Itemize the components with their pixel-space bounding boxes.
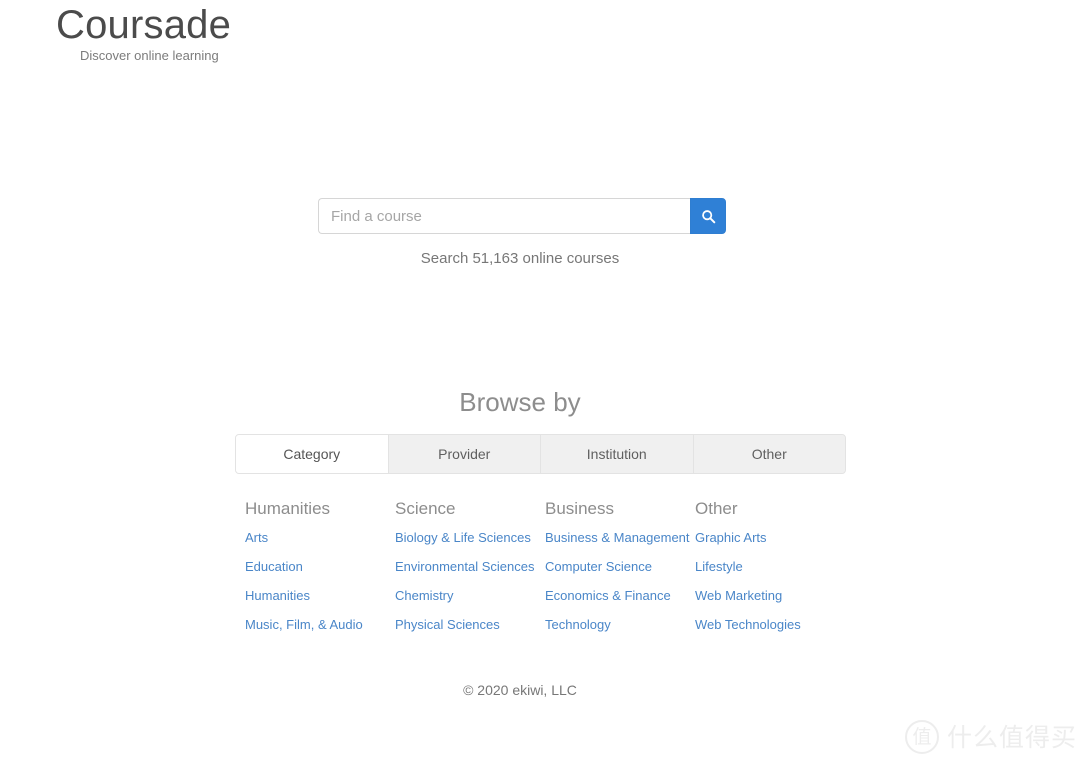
- watermark-text: 什么值得买: [947, 722, 1078, 752]
- category-link[interactable]: Biology & Life Sciences: [395, 530, 545, 546]
- search-icon: [701, 209, 716, 224]
- search-button[interactable]: [690, 198, 726, 234]
- category-link[interactable]: Graphic Arts: [695, 530, 845, 546]
- logo-wordmark: Coursade: [56, 3, 232, 47]
- search-input[interactable]: [318, 198, 690, 234]
- search-bar: [318, 198, 726, 234]
- homepage: Coursade Discover online learning Search…: [0, 0, 1080, 768]
- category-link[interactable]: Business & Management: [545, 530, 695, 546]
- category-link[interactable]: Web Marketing: [695, 588, 845, 604]
- category-link[interactable]: Web Technologies: [695, 617, 845, 633]
- category-link[interactable]: Lifestyle: [695, 559, 845, 575]
- tab-other[interactable]: Other: [693, 435, 845, 473]
- footer-copyright: © 2020 ekiwi, LLC: [463, 682, 577, 698]
- category-column-humanities: Humanities Arts Education Humanities Mus…: [245, 498, 395, 646]
- category-link[interactable]: Physical Sciences: [395, 617, 545, 633]
- category-link[interactable]: Chemistry: [395, 588, 545, 604]
- category-link[interactable]: Economics & Finance: [545, 588, 695, 604]
- category-link[interactable]: Environmental Sciences: [395, 559, 545, 575]
- site-logo[interactable]: Coursade Discover online learning: [56, 2, 376, 64]
- tab-provider[interactable]: Provider: [388, 435, 541, 473]
- category-columns: Humanities Arts Education Humanities Mus…: [245, 498, 885, 646]
- column-heading: Science: [395, 499, 456, 518]
- category-column-science: Science Biology & Life Sciences Environm…: [395, 498, 545, 646]
- column-heading: Humanities: [245, 499, 331, 518]
- tab-category[interactable]: Category: [236, 435, 389, 473]
- category-link[interactable]: Music, Film, & Audio: [245, 617, 395, 633]
- category-link[interactable]: Technology: [545, 617, 695, 633]
- watermark: 值 什么值得买: [905, 720, 1077, 754]
- category-column-business: Business Business & Management Computer …: [545, 498, 695, 646]
- category-link[interactable]: Computer Science: [545, 559, 695, 575]
- column-heading: Business: [545, 499, 614, 518]
- category-column-other: Other Graphic Arts Lifestyle Web Marketi…: [695, 498, 845, 646]
- browse-tabs: Category Provider Institution Other: [235, 434, 846, 474]
- category-link[interactable]: Humanities: [245, 588, 395, 604]
- watermark-badge-icon: 值: [905, 720, 939, 754]
- browse-by-heading: Browse by: [459, 387, 581, 417]
- tab-institution[interactable]: Institution: [541, 435, 694, 473]
- logo-tagline: Discover online learning: [80, 48, 219, 63]
- category-link[interactable]: Arts: [245, 530, 395, 546]
- category-link[interactable]: Education: [245, 559, 395, 575]
- course-count-text: Search 51,163 online courses: [420, 250, 620, 267]
- column-heading: Other: [695, 499, 738, 518]
